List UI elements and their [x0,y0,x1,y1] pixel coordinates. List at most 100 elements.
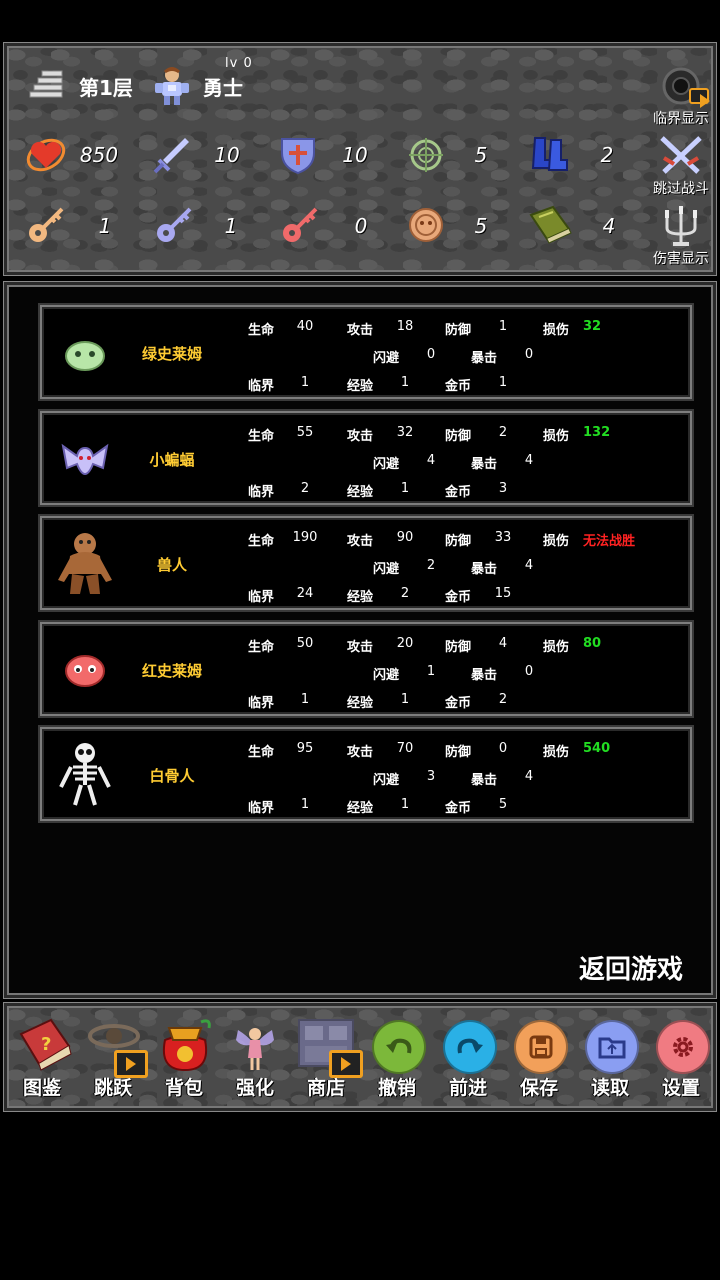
stat-value-gold: 5 [498,797,508,812]
sword-icon [149,132,195,178]
stat-label-def: 防御 [445,534,472,549]
toolbar-load-button[interactable]: 读取 [577,1012,643,1104]
load-icon [585,1020,639,1074]
stat-label-dmg: 损伤 [543,323,570,338]
stat-label-exp: 经验 [347,484,374,500]
toolbar-label: 跳跃 [93,1077,132,1099]
stat-value-hp: 95 [296,741,314,756]
candelabra-icon [645,204,717,248]
stat-label-hp: 生命 [248,534,275,549]
stat-value-dodge: 0 [426,347,436,362]
stat-label-exp: 经验 [347,695,374,711]
stat-label-atk: 攻击 [347,639,374,655]
stat-label-gold: 金币 [445,695,472,711]
stat-label-gold: 金币 [445,379,472,394]
stat-value-crit: 4 [524,558,534,573]
skip-battle-button[interactable]: 跳过战斗 [645,134,717,198]
toolbar-settings-button[interactable]: 设置 [648,1012,714,1104]
stat-value-critical: 2 [300,480,310,496]
stat-value-exp: 1 [400,480,410,496]
toolbar-label: 保存 [519,1077,558,1099]
bottom-toolbar: ? 图鉴 跳跃 背包 强化 商店 撤销 前进 保存 读取 设置 [4,1003,716,1111]
stat-value-def: 1 [498,319,508,334]
toolbar-save-button[interactable]: 保存 [506,1012,572,1104]
undo-icon [372,1020,426,1074]
stat-value-dmg: 540 [583,741,611,756]
gold-value: 5 [474,214,488,238]
stat-label-hp: 生命 [248,428,275,444]
stat-value-dmg: 132 [583,424,611,440]
stat-value-gold: 3 [498,480,508,496]
stat-value-atk: 20 [396,635,414,651]
stat-value-dodge: 4 [426,452,436,468]
stat-value-dodge: 2 [426,558,436,573]
monster-card[interactable]: 兽人 生命 190 攻击 90 防御 33 损伤 无法战胜 闪避 2 暴击 4 临界 24 经验 2 金币 15 [40,516,692,610]
damage-display-label: 伤害显示 [653,251,709,267]
stat-label-dmg: 损伤 [543,745,570,760]
hero-name: 勇士 [203,76,243,100]
yellow-key-icon [23,202,69,248]
toolbar-enhance-button[interactable]: 强化 [222,1012,288,1104]
damage-display-button[interactable]: 伤害显示 [645,204,717,268]
yellow-key-count: 1 [98,214,112,238]
stat-value-dodge: 1 [426,663,436,679]
stat-label-exp: 经验 [347,801,374,816]
stat-value-gold: 1 [498,375,508,390]
stat-label-atk: 攻击 [347,428,374,444]
toolbar-label: 设置 [661,1077,700,1099]
stat-label-atk: 攻击 [347,745,374,760]
monster-card[interactable]: 绿史莱姆 生命 40 攻击 18 防御 1 损伤 32 闪避 0 暴击 0 临界 1 经验 1 金币 1 [40,305,692,399]
stat-value-atk: 90 [396,530,414,545]
stat-label-dodge: 闪避 [373,667,400,683]
boots-icon [527,132,573,178]
stat-value-exp: 1 [400,797,410,812]
stat-value-exp: 2 [400,586,410,601]
svg-text:?: ? [41,1034,51,1055]
stat-value-hp: 190 [292,530,318,545]
toolbar-shop-button[interactable]: 商店 [293,1012,363,1104]
red-slime-icon [50,634,120,704]
stat-value-crit: 4 [524,769,534,784]
stat-value-gold: 15 [494,586,512,601]
critical-display-label: 临界显示 [653,111,709,127]
critical-display-button[interactable]: 临界显示 [645,64,717,128]
book-icon [525,200,575,248]
shield-icon [275,132,321,178]
stat-label-def: 防御 [445,745,472,760]
toolbar-redo-button[interactable]: 前进 [435,1012,501,1104]
monster-book-icon: ? [15,1016,73,1076]
stat-label-exp: 经验 [347,590,374,605]
status-panel: 第1层 lv 0 勇士 850 10 10 5 2 1 1 0 5 4 临界显示… [4,43,716,275]
stat-label-crit: 暴击 [471,667,498,683]
stat-label-hp: 生命 [248,323,275,338]
toolbar-label: 强化 [235,1077,274,1099]
stat-value-critical: 24 [296,586,314,601]
toolbar-monster-book-button[interactable]: ? 图鉴 [9,1012,75,1104]
stat-value-gold: 2 [498,691,508,707]
mdef-value: 5 [474,143,488,167]
fairy-icon [232,1018,278,1076]
save-icon [514,1020,568,1074]
stat-value-atk: 70 [396,741,414,756]
stat-label-exp: 经验 [347,379,374,394]
return-game-button[interactable]: 返回游戏 [579,949,683,986]
monster-card[interactable]: 小蝙蝠 生命 55 攻击 32 防御 2 损伤 132 闪避 4 暴击 4 临界 2 经验 1 金币 3 [40,410,692,505]
stat-value-hp: 55 [296,424,314,440]
toolbar-teleport-button[interactable]: 跳跃 [80,1012,148,1104]
stat-label-critical: 临界 [248,590,275,605]
monster-card[interactable]: 红史莱姆 生命 50 攻击 20 防御 4 损伤 80 闪避 1 暴击 0 临界 1 经验 1 金币 2 [40,621,692,716]
stat-value-def: 2 [498,424,508,440]
monster-name: 红史莱姆 [141,661,202,680]
stat-value-def: 0 [498,741,508,756]
blue-key-count: 1 [224,214,238,238]
stat-label-dodge: 闪避 [373,456,400,472]
stat-value-atk: 32 [396,424,414,440]
stat-label-def: 防御 [445,323,472,338]
toolbar-undo-button[interactable]: 撤销 [364,1012,430,1104]
stat-label-dmg: 损伤 [543,639,570,655]
monster-name: 绿史莱姆 [141,345,202,363]
stat-label-atk: 攻击 [347,323,374,338]
monster-card[interactable]: 白骨人 生命 95 攻击 70 防御 0 损伤 540 闪避 3 暴击 4 临界 1 经验 1 金币 5 [40,727,692,821]
toolbar-bag-button[interactable]: 背包 [151,1012,217,1104]
stat-label-gold: 金币 [445,590,472,605]
